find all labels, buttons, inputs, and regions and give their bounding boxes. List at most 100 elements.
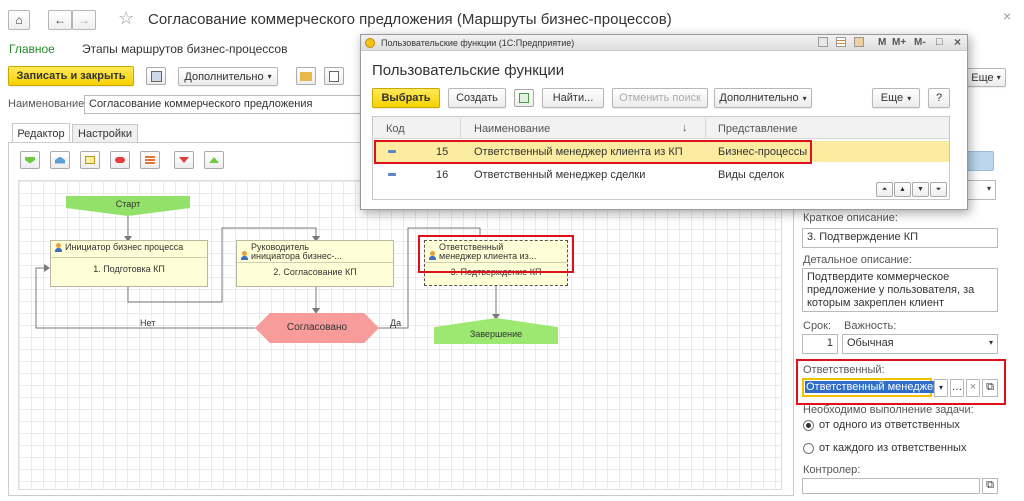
radio-one[interactable]: от одного из ответственных [803,419,960,431]
table-row-2[interactable] [373,164,949,185]
dialog-more2-button[interactable]: Еще ▾ [872,88,920,108]
start-node-label: Старт [115,199,141,209]
dropdown-arrow-icon: ▾ [986,184,991,193]
add-copy-icon [519,93,529,103]
copy-item-button[interactable] [514,89,534,107]
row-2-view: Виды сделок [718,169,785,181]
responsible-dropdown-button[interactable]: ▾ [934,379,948,397]
term-input[interactable]: 1 [802,334,838,354]
row-1-highlight [374,140,812,164]
dialog-more-button[interactable]: Дополнительно ▾ [714,88,812,108]
calendar-icon[interactable] [818,37,828,47]
responsible-clear-button[interactable]: × [966,379,980,397]
radio-selected-icon [803,419,814,431]
dropdown-arrow-icon: ▾ [938,383,943,392]
more-right-label: Еще [971,71,994,84]
diagram-node-2[interactable]: Руководитель инициатора бизнес-... 2. Сог… [236,240,394,287]
responsible-open-button[interactable]: ⧉ [982,379,998,397]
ellipsis-icon: … [951,381,963,393]
close-window-icon[interactable]: × [1003,8,1011,24]
dialog-heading: Пользовательские функции [372,62,565,79]
col-code[interactable]: Код [386,123,405,135]
radio-empty-icon [803,442,814,454]
radio-each[interactable]: от каждого из ответственных [803,442,966,454]
nav-prev-button[interactable]: ▲ [894,182,911,197]
responsible-value: Ответственный менеджер [805,381,941,393]
table-icon[interactable] [836,37,846,47]
controller-label: Контролер: [803,464,861,476]
detail-description-label: Детальное описание: [803,254,912,266]
dropdown-arrow-icon: ▾ [802,93,807,103]
no-label: Нет [140,318,156,328]
node-1-title: 1. Подготовка КП [93,264,165,274]
responsible-select-button[interactable]: … [950,379,964,397]
responsible-input[interactable]: Ответственный менеджер [802,378,941,397]
col-name[interactable]: Наименование [474,123,550,135]
radio-one-label: от одного из ответственных [819,419,960,431]
term-label: Срок: [803,320,832,332]
node-1-performer: Инициатор бизнес процесса [65,242,184,252]
nav-last-button[interactable]: ⏷ [930,182,947,197]
down-icon: ▼ [917,186,924,193]
controller-input[interactable] [802,478,980,494]
dialog-close-button[interactable]: × [954,35,961,49]
open-icon: ⧉ [986,381,994,393]
dropdown-arrow-icon: ▾ [907,93,912,103]
node-2-title: 2. Согласование КП [273,267,357,277]
detail-line-2: предложение у пользователя, за [807,284,975,296]
row-item-icon [388,173,396,176]
col-divider-2 [705,118,706,138]
col-divider-1 [460,118,461,138]
properties-select[interactable]: ▾ [966,180,996,200]
end-node-label: Завершение [469,329,523,339]
detail-description-input[interactable]: Подтвердите коммерческое предложение у п… [802,268,998,312]
select-button[interactable]: Выбрать [372,88,440,108]
diagram-node-1[interactable]: Инициатор бизнес процесса 1. Подготовка … [50,240,208,287]
restore-button[interactable]: □ [936,36,943,48]
short-description-input[interactable]: 3. Подтверждение КП [802,228,998,248]
sort-arrow-icon: ↓ [682,122,688,134]
calculator-icon[interactable] [854,37,864,47]
dropdown-arrow-icon: ▾ [996,73,1001,82]
clear-icon: × [969,381,977,393]
memory-mminus-button[interactable]: M- [914,37,926,48]
dialog-title-bar-text: Пользовательские функции (1С:Предприятие… [381,38,575,48]
first-page-icon: ⏶ [881,185,888,193]
nav-first-button[interactable]: ⏶ [876,182,893,197]
decision-label: Согласовано [286,322,348,333]
importance-label: Важность: [844,320,897,332]
user-icon [241,251,248,260]
controller-open-button[interactable]: ⧉ [982,478,998,494]
responsible-label: Ответственный: [803,364,885,376]
memory-m-button[interactable]: M [878,37,886,48]
help-button[interactable]: ? [928,88,950,108]
row-2-code: 16 [436,169,449,181]
last-page-icon: ⏷ [935,185,942,193]
col-view[interactable]: Представление [718,123,797,135]
short-description-label: Краткое описание: [803,212,898,224]
memory-mplus-button[interactable]: M+ [892,37,906,48]
open-icon: ⧉ [986,479,994,491]
properties-header-button[interactable] [966,151,994,171]
node-2-performer-line2: инициатора бизнес-... [251,251,342,261]
dialog-more2-label: Еще [880,92,904,104]
create-button[interactable]: Создать [448,88,506,108]
cancel-search-button[interactable]: Отменить поиск [612,88,708,108]
detail-line-3: которым закреплен клиент [807,297,945,309]
node-3-highlight [418,235,574,273]
dialog-more-label: Дополнительно [719,92,799,104]
app-logo-icon [365,38,375,48]
find-button[interactable]: Найти... [542,88,604,108]
importance-value: Обычная [847,337,894,349]
importance-select[interactable]: Обычная ▾ [842,334,998,354]
radio-each-label: от каждого из ответственных [819,442,967,454]
yes-label: Да [390,318,402,328]
detail-line-1: Подтвердите коммерческое [807,271,950,283]
exec-label: Необходимо выполнение задачи: [803,404,974,416]
more-right-button[interactable]: Еще ▾ [966,68,1006,87]
row-2-name: Ответственный менеджер сделки [474,169,646,181]
user-icon [55,243,62,252]
nav-next-button[interactable]: ▼ [912,182,929,197]
up-icon: ▲ [899,186,906,193]
dropdown-arrow-icon: ▾ [988,338,993,347]
